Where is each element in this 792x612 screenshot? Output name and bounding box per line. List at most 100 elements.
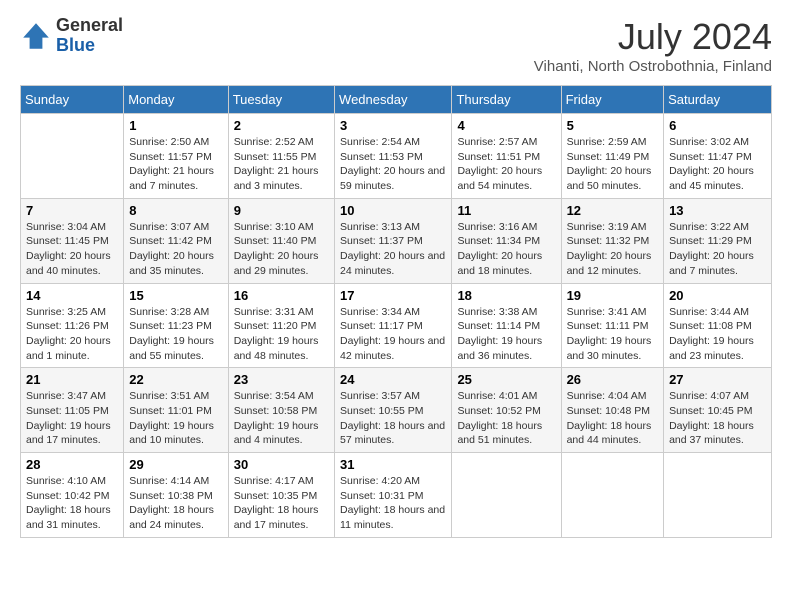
calendar-cell: 27 Sunrise: 4:07 AMSunset: 10:45 PMDaylig… — [664, 368, 772, 453]
day-number: 28 — [26, 457, 118, 472]
calendar-cell: 2Sunrise: 2:52 AMSunset: 11:55 PMDayligh… — [228, 114, 334, 199]
day-info: Sunrise: 4:04 AMSunset: 10:48 PMDaylight… — [567, 389, 659, 448]
day-info: Sunrise: 4:01 AMSunset: 10:52 PMDaylight… — [457, 389, 555, 448]
day-info: Sunrise: 2:54 AMSunset: 11:53 PMDaylight… — [340, 135, 446, 194]
day-number: 18 — [457, 288, 555, 303]
calendar-cell: 7Sunrise: 3:04 AMSunset: 11:45 PMDayligh… — [21, 198, 124, 283]
calendar-cell — [452, 453, 561, 538]
day-info: Sunrise: 3:28 AMSunset: 11:23 PMDaylight… — [129, 305, 222, 364]
day-info: Sunrise: 3:07 AMSunset: 11:42 PMDaylight… — [129, 220, 222, 279]
day-info: Sunrise: 2:59 AMSunset: 11:49 PMDaylight… — [567, 135, 659, 194]
week-row-2: 7Sunrise: 3:04 AMSunset: 11:45 PMDayligh… — [21, 198, 772, 283]
day-info: Sunrise: 3:47 AMSunset: 11:05 PMDaylight… — [26, 389, 118, 448]
calendar-cell: 31 Sunrise: 4:20 AMSunset: 10:31 PMDaylig… — [335, 453, 452, 538]
calendar-cell: 20 Sunrise: 3:44 AMSunset: 11:08 PMDaylig… — [664, 283, 772, 368]
day-info: Sunrise: 3:34 AMSunset: 11:17 PMDaylight… — [340, 305, 446, 364]
day-number: 27 — [669, 372, 766, 387]
calendar-cell: 8 Sunrise: 3:07 AMSunset: 11:42 PMDayligh… — [124, 198, 228, 283]
day-number: 14 — [26, 288, 118, 303]
col-wednesday: Wednesday — [335, 86, 452, 114]
calendar-cell: 12Sunrise: 3:19 AMSunset: 11:32 PMDaylig… — [561, 198, 664, 283]
day-number: 1 — [129, 118, 222, 133]
calendar-cell: 3 Sunrise: 2:54 AMSunset: 11:53 PMDayligh… — [335, 114, 452, 199]
day-info: Sunrise: 3:38 AMSunset: 11:14 PMDaylight… — [457, 305, 555, 364]
day-number: 29 — [129, 457, 222, 472]
calendar-cell: 1 Sunrise: 2:50 AMSunset: 11:57 PMDayligh… — [124, 114, 228, 199]
calendar-cell: 6Sunrise: 3:02 AMSunset: 11:47 PMDayligh… — [664, 114, 772, 199]
calendar-cell: 10Sunrise: 3:13 AMSunset: 11:37 PMDaylig… — [335, 198, 452, 283]
day-number: 3 — [340, 118, 446, 133]
day-number: 19 — [567, 288, 659, 303]
day-info: Sunrise: 3:04 AMSunset: 11:45 PMDaylight… — [26, 220, 118, 279]
day-info: Sunrise: 3:54 AMSunset: 10:58 PMDaylight… — [234, 389, 329, 448]
day-number: 21 — [26, 372, 118, 387]
calendar-cell: 9Sunrise: 3:10 AMSunset: 11:40 PMDayligh… — [228, 198, 334, 283]
calendar-table: Sunday Monday Tuesday Wednesday Thursday… — [20, 85, 772, 538]
calendar-cell: 16Sunrise: 3:31 AMSunset: 11:20 PMDaylig… — [228, 283, 334, 368]
day-number: 10 — [340, 203, 446, 218]
logo-icon — [20, 20, 52, 52]
col-thursday: Thursday — [452, 86, 561, 114]
day-number: 17 — [340, 288, 446, 303]
day-number: 12 — [567, 203, 659, 218]
day-number: 22 — [129, 372, 222, 387]
col-tuesday: Tuesday — [228, 86, 334, 114]
day-info: Sunrise: 3:41 AMSunset: 11:11 PMDaylight… — [567, 305, 659, 364]
calendar-cell: 14Sunrise: 3:25 AMSunset: 11:26 PMDaylig… — [21, 283, 124, 368]
calendar-cell: 23 Sunrise: 3:54 AMSunset: 10:58 PMDaylig… — [228, 368, 334, 453]
week-row-3: 14Sunrise: 3:25 AMSunset: 11:26 PMDaylig… — [21, 283, 772, 368]
day-info: Sunrise: 4:07 AMSunset: 10:45 PMDaylight… — [669, 389, 766, 448]
day-info: Sunrise: 4:10 AMSunset: 10:42 PMDaylight… — [26, 474, 118, 533]
day-number: 11 — [457, 203, 555, 218]
logo: General Blue — [20, 16, 123, 56]
col-saturday: Saturday — [664, 86, 772, 114]
day-number: 5 — [567, 118, 659, 133]
day-info: Sunrise: 2:57 AMSunset: 11:51 PMDaylight… — [457, 135, 555, 194]
month-title: July 2024 — [534, 16, 772, 58]
day-info: Sunrise: 3:44 AMSunset: 11:08 PMDaylight… — [669, 305, 766, 364]
day-number: 26 — [567, 372, 659, 387]
day-number: 6 — [669, 118, 766, 133]
week-row-5: 28 Sunrise: 4:10 AMSunset: 10:42 PMDaylig… — [21, 453, 772, 538]
logo-blue-text: Blue — [56, 36, 123, 56]
calendar-cell: 24Sunrise: 3:57 AMSunset: 10:55 PMDaylig… — [335, 368, 452, 453]
calendar-cell: 4 Sunrise: 2:57 AMSunset: 11:51 PMDayligh… — [452, 114, 561, 199]
calendar-cell: 28 Sunrise: 4:10 AMSunset: 10:42 PMDaylig… — [21, 453, 124, 538]
day-number: 13 — [669, 203, 766, 218]
day-number: 8 — [129, 203, 222, 218]
day-number: 20 — [669, 288, 766, 303]
day-number: 25 — [457, 372, 555, 387]
calendar-cell: 26 Sunrise: 4:04 AMSunset: 10:48 PMDaylig… — [561, 368, 664, 453]
day-number: 15 — [129, 288, 222, 303]
calendar-cell: 22Sunrise: 3:51 AMSunset: 11:01 PMDaylig… — [124, 368, 228, 453]
logo-text: General Blue — [56, 16, 123, 56]
col-sunday: Sunday — [21, 86, 124, 114]
day-number: 4 — [457, 118, 555, 133]
title-section: July 2024 Vihanti, North Ostrobothnia, F… — [534, 16, 772, 75]
calendar-cell: 21 Sunrise: 3:47 AMSunset: 11:05 PMDaylig… — [21, 368, 124, 453]
calendar-cell — [21, 114, 124, 199]
day-info: Sunrise: 4:14 AMSunset: 10:38 PMDaylight… — [129, 474, 222, 533]
calendar-cell: 18 Sunrise: 3:38 AMSunset: 11:14 PMDaylig… — [452, 283, 561, 368]
day-info: Sunrise: 3:57 AMSunset: 10:55 PMDaylight… — [340, 389, 446, 448]
calendar-cell: 30 Sunrise: 4:17 AMSunset: 10:35 PMDaylig… — [228, 453, 334, 538]
day-info: Sunrise: 4:20 AMSunset: 10:31 PMDaylight… — [340, 474, 446, 533]
day-number: 2 — [234, 118, 329, 133]
day-number: 30 — [234, 457, 329, 472]
calendar-cell: 13Sunrise: 3:22 AMSunset: 11:29 PMDaylig… — [664, 198, 772, 283]
calendar-cell — [561, 453, 664, 538]
calendar-cell — [664, 453, 772, 538]
location-subtitle: Vihanti, North Ostrobothnia, Finland — [534, 58, 772, 75]
day-info: Sunrise: 4:17 AMSunset: 10:35 PMDaylight… — [234, 474, 329, 533]
day-info: Sunrise: 3:10 AMSunset: 11:40 PMDaylight… — [234, 220, 329, 279]
col-monday: Monday — [124, 86, 228, 114]
calendar-cell: 19 Sunrise: 3:41 AMSunset: 11:11 PMDaylig… — [561, 283, 664, 368]
logo-general-text: General — [56, 16, 123, 36]
day-info: Sunrise: 2:50 AMSunset: 11:57 PMDaylight… — [129, 135, 222, 194]
day-number: 23 — [234, 372, 329, 387]
calendar-cell: 25 Sunrise: 4:01 AMSunset: 10:52 PMDaylig… — [452, 368, 561, 453]
col-friday: Friday — [561, 86, 664, 114]
header-row: Sunday Monday Tuesday Wednesday Thursday… — [21, 86, 772, 114]
calendar-cell: 29 Sunrise: 4:14 AMSunset: 10:38 PMDaylig… — [124, 453, 228, 538]
day-number: 31 — [340, 457, 446, 472]
